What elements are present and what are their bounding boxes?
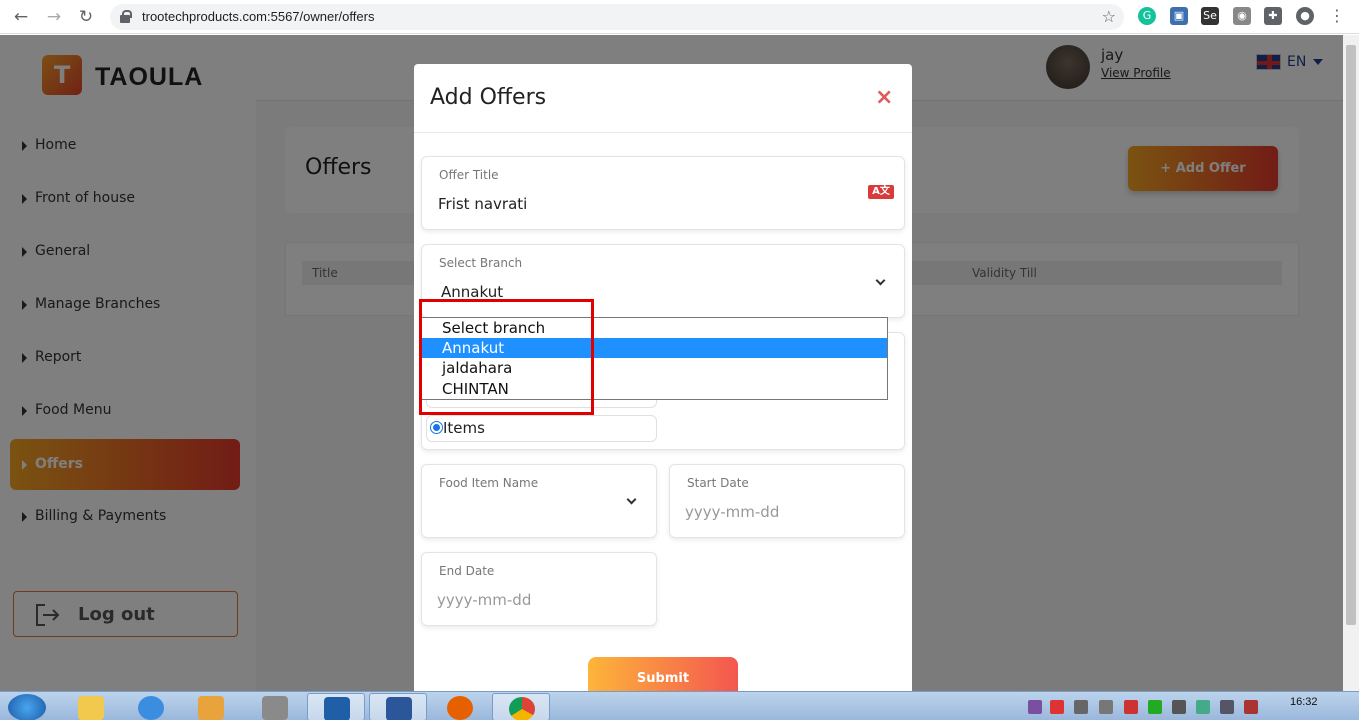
- firefox-icon: [447, 696, 473, 720]
- food-item-field[interactable]: Food Item Name: [421, 464, 657, 538]
- taskbar-chrome[interactable]: [492, 693, 550, 720]
- windows-taskbar: 16:32: [0, 691, 1359, 720]
- field-label: Start Date: [687, 476, 749, 490]
- tray-app-icon[interactable]: [1124, 700, 1138, 714]
- end-date-input[interactable]: yyyy-mm-dd: [437, 591, 531, 609]
- start-date-field[interactable]: Start Date yyyy-mm-dd: [669, 464, 905, 538]
- forward-icon[interactable]: →: [43, 6, 65, 28]
- grammarly-icon[interactable]: G: [1138, 7, 1156, 25]
- offer-title-input[interactable]: Frist navrati: [438, 195, 527, 213]
- radio-label: Items: [443, 419, 485, 437]
- profile-icon[interactable]: ●: [1296, 7, 1314, 25]
- start-button-icon[interactable]: [8, 694, 46, 720]
- tray-app-icon[interactable]: [1244, 700, 1258, 714]
- url-text[interactable]: trootechproducts.com:5567/owner/offers: [142, 9, 374, 24]
- extension-icon[interactable]: ▣: [1170, 7, 1188, 25]
- divider: [414, 132, 912, 133]
- internet-explorer-icon: [138, 696, 164, 720]
- camera-icon[interactable]: ◉: [1233, 7, 1251, 25]
- annotation-highlight-box: [419, 299, 594, 415]
- taskbar-network[interactable]: [246, 693, 304, 720]
- end-date-field[interactable]: End Date yyyy-mm-dd: [421, 552, 657, 626]
- media-player-icon: [198, 696, 224, 720]
- tray-app-icon[interactable]: [1148, 700, 1162, 714]
- taskbar-firefox[interactable]: [431, 693, 489, 720]
- word-icon: [386, 697, 412, 720]
- radio-option-items[interactable]: Items: [426, 415, 657, 442]
- taskbar-media[interactable]: [182, 693, 240, 720]
- volume-icon[interactable]: [1220, 700, 1234, 714]
- field-label: End Date: [439, 564, 495, 578]
- field-label: Select Branch: [439, 256, 523, 270]
- field-label: Food Item Name: [439, 476, 539, 490]
- chevron-down-icon: [626, 494, 637, 505]
- selenium-icon[interactable]: Se: [1201, 7, 1219, 25]
- tray-app-icon[interactable]: [1050, 700, 1064, 714]
- start-date-input[interactable]: yyyy-mm-dd: [685, 503, 779, 521]
- browser-toolbar: ← → ↻ trootechproducts.com:5567/owner/of…: [0, 0, 1359, 34]
- folder-icon: [78, 696, 104, 720]
- signal-icon[interactable]: [1172, 700, 1186, 714]
- taskbar-vnc[interactable]: [307, 693, 365, 720]
- scrollbar-thumb[interactable]: [1346, 45, 1356, 625]
- taskbar-clock[interactable]: 16:32: [1290, 696, 1318, 708]
- tray-app-icon[interactable]: [1196, 700, 1210, 714]
- network-icon: [262, 696, 288, 720]
- taskbar-explorer[interactable]: [62, 693, 120, 720]
- page-scrollbar[interactable]: [1343, 35, 1359, 691]
- address-bar[interactable]: trootechproducts.com:5567/owner/offers ☆: [110, 4, 1124, 30]
- taskbar-word[interactable]: [369, 693, 427, 720]
- tray-app-icon[interactable]: [1099, 700, 1113, 714]
- vnc-icon: [324, 697, 350, 720]
- close-icon[interactable]: ×: [875, 85, 893, 110]
- field-label: Offer Title: [439, 168, 499, 182]
- taskbar-ie[interactable]: [122, 693, 180, 720]
- tray-app-icon[interactable]: [1074, 700, 1088, 714]
- translate-icon[interactable]: A文: [868, 185, 894, 199]
- lock-icon: [120, 10, 132, 23]
- modal-title: Add Offers: [430, 85, 547, 110]
- submit-button[interactable]: Submit: [588, 657, 738, 691]
- puzzle-icon[interactable]: ✚: [1264, 7, 1282, 25]
- bookmark-star-icon[interactable]: ☆: [1102, 7, 1116, 26]
- reload-icon[interactable]: ↻: [75, 6, 97, 28]
- chevron-down-icon: [875, 275, 886, 286]
- menu-dots-icon[interactable]: ⋮: [1328, 7, 1346, 25]
- radio-selected-icon[interactable]: [430, 421, 443, 434]
- back-icon[interactable]: ←: [10, 6, 32, 28]
- offer-title-field[interactable]: Offer Title Frist navrati A文: [421, 156, 905, 230]
- chrome-icon: [509, 697, 535, 720]
- tray-app-icon[interactable]: [1028, 700, 1042, 714]
